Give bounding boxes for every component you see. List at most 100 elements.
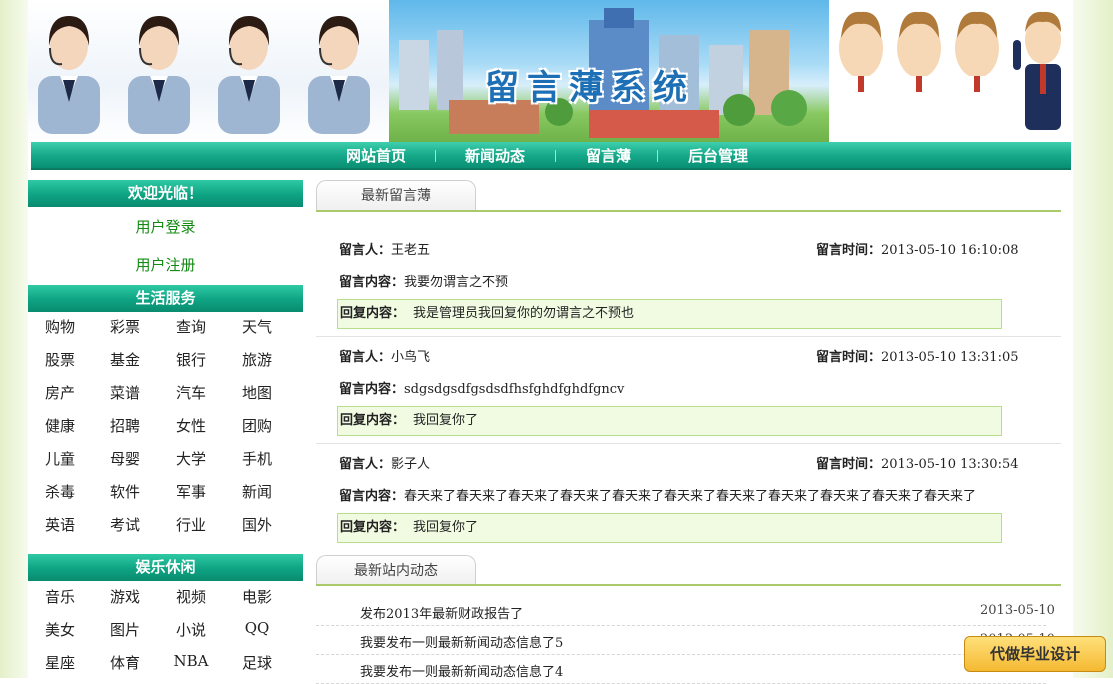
news-divider [316, 654, 1046, 655]
service-link[interactable]: 健康 [30, 415, 90, 436]
service-link[interactable]: 音乐 [30, 586, 90, 607]
news-divider [316, 625, 1046, 626]
content-label: 留言内容： [339, 275, 405, 290]
nav-guestbook[interactable]: 留言薄 [586, 145, 631, 166]
service-link[interactable]: 图片 [95, 619, 155, 640]
service-link[interactable]: QQ [227, 619, 287, 637]
service-link[interactable]: 菜谱 [95, 382, 155, 403]
tab-underline [316, 210, 1061, 212]
service-link[interactable]: 视频 [161, 586, 221, 607]
login-link[interactable]: 用户登录 [28, 216, 303, 237]
main-nav: 网站首页 新闻动态 留言薄 后台管理 [31, 142, 1071, 170]
service-link[interactable]: 小说 [161, 619, 221, 640]
service-link[interactable]: 旅游 [227, 349, 287, 370]
service-link[interactable]: 天气 [227, 316, 287, 337]
time-value: 2013-05-10 13:30:54 [881, 457, 1019, 472]
banner-title: 留言薄系统 [485, 68, 695, 108]
message-time: 留言时间：2013-05-10 13:31:05 [816, 346, 1019, 365]
time-label: 留言时间： [816, 350, 882, 365]
header-banner: 留言薄系统 [28, 0, 1073, 142]
service-link[interactable]: 女性 [161, 415, 221, 436]
nav-divider [435, 150, 436, 162]
service-link[interactable]: 基金 [95, 349, 155, 370]
service-link[interactable]: 军事 [161, 481, 221, 502]
headset-operator-image [128, 16, 190, 134]
service-link[interactable]: 招聘 [95, 415, 155, 436]
service-link[interactable]: 手机 [227, 448, 287, 469]
service-link[interactable]: 母婴 [95, 448, 155, 469]
service-link[interactable]: 查询 [161, 316, 221, 337]
headset-operator-image [218, 16, 280, 134]
service-link[interactable]: 英语 [30, 514, 90, 535]
service-link[interactable]: 购物 [30, 316, 90, 337]
message-time: 留言时间：2013-05-10 16:10:08 [816, 239, 1019, 258]
message-content: 留言内容：春天来了春天来了春天来了春天来了春天来了春天来了春天来了春天来了春天来… [339, 485, 976, 504]
message-divider [316, 443, 1061, 444]
nav-news[interactable]: 新闻动态 [465, 145, 525, 166]
time-value: 2013-05-10 16:10:08 [881, 243, 1019, 258]
service-link[interactable]: 大学 [161, 448, 221, 469]
nav-divider [657, 150, 658, 162]
register-link[interactable]: 用户注册 [28, 254, 303, 275]
city-illustration: 留言薄系统 [389, 0, 829, 142]
message-divider [316, 336, 1061, 337]
service-link[interactable]: 团购 [227, 415, 287, 436]
author-label: 留言人： [339, 350, 392, 365]
news-item-date: 2013-05-10 [980, 603, 1055, 618]
tab-latest-news[interactable]: 最新站内动态 [316, 555, 476, 586]
service-link[interactable]: 新闻 [227, 481, 287, 502]
support-staff-images [28, 0, 389, 142]
news-item-link[interactable]: 我要发布一则最新新闻动态信息了4 [360, 661, 563, 680]
service-link[interactable]: 地图 [227, 382, 287, 403]
service-link[interactable]: 儿童 [30, 448, 90, 469]
nav-home[interactable]: 网站首页 [346, 145, 406, 166]
message-reply: 回复内容： 我回复你了 [337, 513, 1002, 543]
time-label: 留言时间： [816, 457, 882, 472]
service-link[interactable]: 股票 [30, 349, 90, 370]
reply-label: 回复内容： [340, 520, 406, 535]
content-value: 我要勿谓言之不预 [404, 275, 509, 290]
service-link[interactable]: 游戏 [95, 586, 155, 607]
service-link[interactable]: 软件 [95, 481, 155, 502]
content-value: 春天来了春天来了春天来了春天来了春天来了春天来了春天来了春天来了春天来了春天来了… [404, 489, 977, 504]
message-author: 留言人：小鸟飞 [339, 346, 430, 365]
promo-button[interactable]: 代做毕业设计 [964, 636, 1106, 672]
news-item-link[interactable]: 我要发布一则最新新闻动态信息了5 [360, 632, 563, 651]
author-value: 王老五 [391, 243, 431, 258]
service-link[interactable]: NBA [161, 652, 221, 670]
service-link[interactable]: 电影 [227, 586, 287, 607]
service-link[interactable]: 体育 [95, 652, 155, 673]
service-link[interactable]: 杀毒 [30, 481, 90, 502]
author-value: 影子人 [391, 457, 431, 472]
service-link[interactable]: 考试 [95, 514, 155, 535]
message-author: 留言人：王老五 [339, 239, 430, 258]
tab-underline [316, 584, 1061, 586]
message-content: 留言内容：sdgsdgsdfgsdsdfhsfghdfghdfgncv [339, 378, 624, 397]
life-services-heading: 生活服务 [28, 285, 303, 312]
time-value: 2013-05-10 13:31:05 [881, 350, 1019, 365]
tab-latest-guestbook[interactable]: 最新留言薄 [316, 180, 476, 211]
service-link[interactable]: 银行 [161, 349, 221, 370]
service-link[interactable]: 汽车 [161, 382, 221, 403]
welcome-heading: 欢迎光临！ [28, 180, 303, 207]
author-value: 小鸟飞 [391, 350, 431, 365]
news-item-link[interactable]: 发布2013年最新财政报告了 [360, 603, 523, 622]
message-reply: 回复内容： 我是管理员我回复你的勿谓言之不预也 [337, 299, 1002, 329]
entertainment-heading: 娱乐休闲 [28, 554, 303, 581]
service-link[interactable]: 房产 [30, 382, 90, 403]
author-label: 留言人： [339, 457, 392, 472]
nav-divider [555, 150, 556, 162]
content-label: 留言内容： [339, 489, 405, 504]
service-link[interactable]: 足球 [227, 652, 287, 673]
content-value: sdgsdgsdfgsdsdfhsfghdfghdfgncv [404, 382, 625, 397]
message-reply: 回复内容： 我回复你了 [337, 406, 1002, 436]
nav-admin[interactable]: 后台管理 [688, 145, 748, 166]
service-link[interactable]: 国外 [227, 514, 287, 535]
cartoon-characters-image [839, 11, 1061, 130]
service-link[interactable]: 美女 [30, 619, 90, 640]
time-label: 留言时间： [816, 243, 882, 258]
service-link[interactable]: 星座 [30, 652, 90, 673]
reply-value: 我回复你了 [413, 413, 479, 428]
service-link[interactable]: 行业 [161, 514, 221, 535]
service-link[interactable]: 彩票 [95, 316, 155, 337]
